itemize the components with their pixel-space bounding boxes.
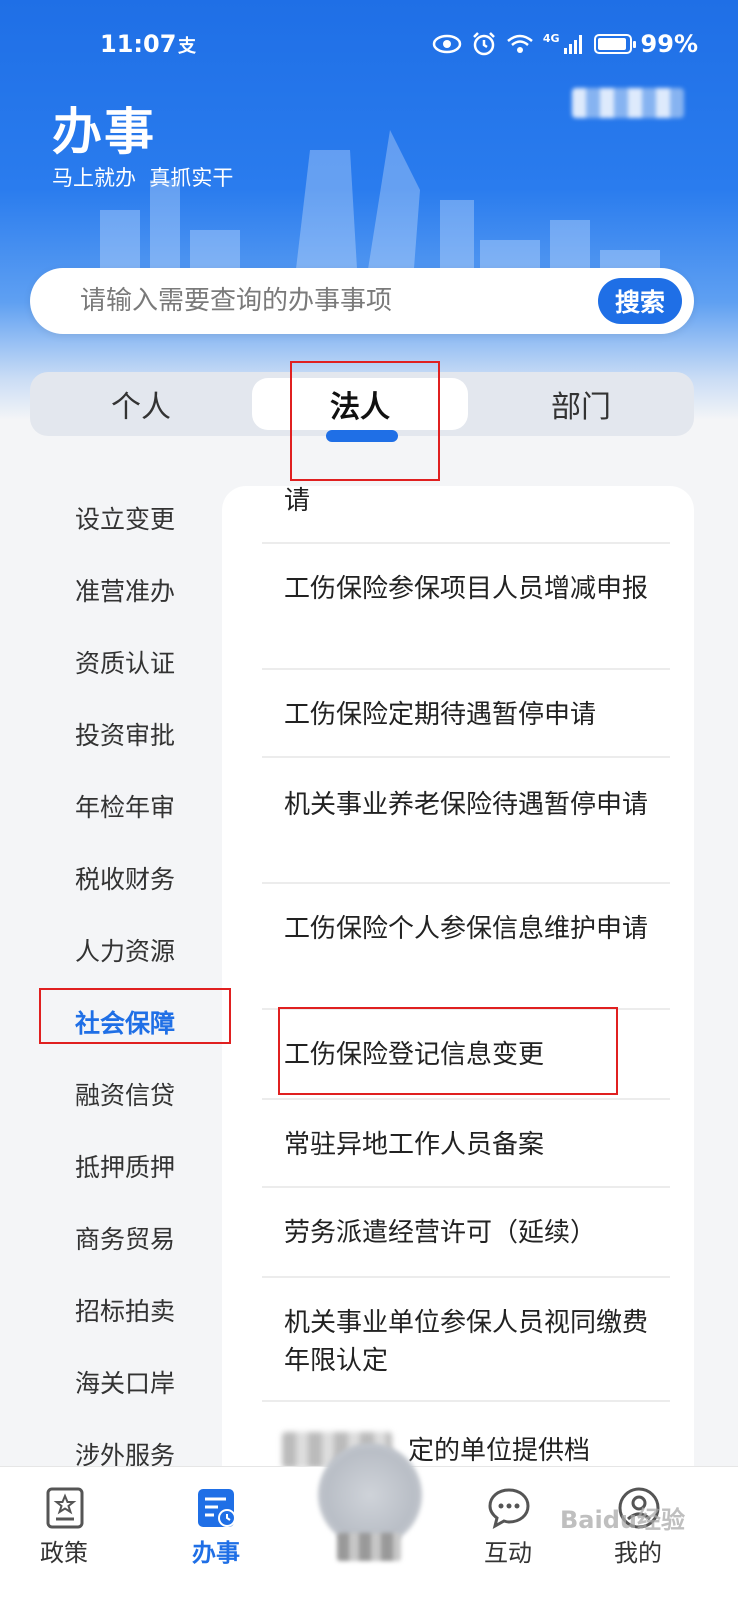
status-icons: 4G 99%	[432, 30, 698, 58]
battery-level: 99%	[640, 30, 698, 58]
category-item[interactable]: 税收财务	[75, 860, 175, 896]
search-button[interactable]: 搜索	[598, 278, 682, 324]
nav-label: 政策	[40, 1539, 88, 1567]
status-bar: 11:07 支 4G 99%	[0, 26, 738, 66]
divider	[262, 882, 670, 884]
category-item[interactable]: 商务贸易	[75, 1220, 175, 1256]
policy-icon	[46, 1487, 84, 1529]
eye-icon	[432, 34, 462, 54]
nav-label: 互动	[484, 1539, 532, 1567]
nav-affairs[interactable]: 办事	[156, 1467, 276, 1600]
category-item[interactable]: 准营准办	[75, 572, 175, 608]
signal-icon	[563, 35, 582, 54]
service-item[interactable]: 机关事业单位参保人员视同缴费年限认定	[284, 1304, 664, 1380]
divider	[262, 756, 670, 758]
service-item[interactable]: 工伤保险参保项目人员增减申报	[284, 570, 664, 608]
divider	[262, 1400, 670, 1402]
wifi-icon	[507, 34, 533, 53]
battery-icon	[593, 34, 636, 54]
status-time: 11:07	[100, 30, 177, 58]
payment-app-icon: 支	[178, 36, 196, 57]
annotation-box-service	[278, 1007, 618, 1095]
baidu-watermark: Baidu经验	[560, 1506, 685, 1534]
nav-label: 我的	[614, 1539, 662, 1567]
service-item[interactable]: 工伤保险个人参保信息维护申请	[284, 910, 664, 948]
tab-department[interactable]: 部门	[468, 372, 694, 436]
divider	[262, 1098, 670, 1100]
user-name-blurred[interactable]	[572, 88, 684, 118]
category-item[interactable]: 人力资源	[75, 932, 175, 968]
annotation-box-category	[39, 988, 231, 1044]
category-item[interactable]: 海关口岸	[75, 1364, 175, 1400]
category-item[interactable]: 抵押质押	[75, 1148, 175, 1184]
divider	[262, 668, 670, 670]
divider	[262, 1276, 670, 1278]
category-item[interactable]: 融资信贷	[75, 1076, 175, 1112]
center-action-button[interactable]	[318, 1443, 422, 1547]
chat-icon	[488, 1488, 530, 1529]
category-item[interactable]: 招标拍卖	[75, 1292, 175, 1328]
center-label-blurred	[337, 1533, 401, 1561]
category-item[interactable]: 投资审批	[75, 716, 175, 752]
tab-personal[interactable]: 个人	[30, 372, 252, 436]
service-item[interactable]: 常驻异地工作人员备案	[284, 1126, 664, 1164]
page-title: 办事	[52, 103, 156, 161]
search-input[interactable]	[80, 268, 580, 334]
network-type: 4G	[542, 31, 560, 45]
category-item[interactable]: 设立变更	[75, 500, 175, 536]
nav-interaction[interactable]: 互动	[448, 1467, 568, 1600]
service-item[interactable]: 请	[284, 486, 664, 520]
divider	[262, 542, 670, 544]
category-item[interactable]: 年检年审	[75, 788, 175, 824]
nav-policy[interactable]: 政策	[4, 1467, 124, 1600]
annotation-box-tab	[290, 361, 440, 481]
category-item[interactable]: 资质认证	[75, 644, 175, 680]
page-slogan: 马上就办 真抓实干	[52, 166, 234, 190]
service-item[interactable]: 机关事业养老保险待遇暂停申请	[284, 786, 664, 824]
service-list: 请 工伤保险参保项目人员增减申报 工伤保险定期待遇暂停申请 机关事业养老保险待遇…	[222, 486, 694, 1486]
nav-label: 办事	[192, 1539, 240, 1567]
service-item[interactable]: 工伤保险定期待遇暂停申请	[284, 696, 664, 734]
service-item[interactable]: 定的单位提供档	[408, 1432, 590, 1470]
service-item[interactable]: 劳务派遣经营许可（延续）	[284, 1214, 664, 1252]
affairs-icon	[198, 1489, 236, 1527]
divider	[262, 1186, 670, 1188]
search-bar: 搜索	[30, 268, 694, 334]
alarm-icon	[472, 32, 495, 56]
